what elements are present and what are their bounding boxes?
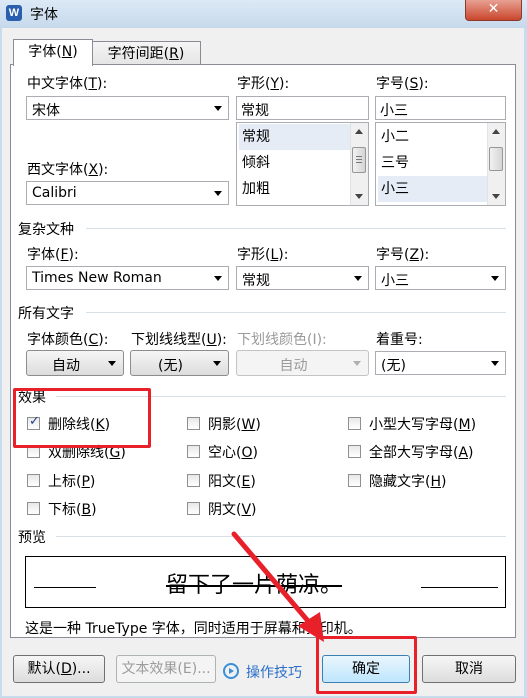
list-item[interactable]: 小三: [378, 176, 487, 202]
chinese-font-dropdown[interactable]: 宋体: [26, 96, 229, 120]
scroll-down-icon[interactable]: [355, 194, 363, 199]
underline-style-button[interactable]: (无): [130, 350, 229, 376]
operation-tips-link[interactable]: 操作技巧: [246, 662, 302, 682]
size-scrollbar[interactable]: [487, 123, 505, 205]
chevron-down-icon: [491, 276, 499, 281]
chevron-down-icon: [108, 361, 116, 366]
engrave-checkbox[interactable]: [187, 502, 200, 515]
complex-section-title: 复杂文种: [18, 222, 74, 238]
style-label: 字形(Y):: [237, 76, 290, 92]
underline-color-button: 自动: [236, 350, 369, 376]
hidden-text-checkbox[interactable]: [348, 474, 361, 487]
shadow-checkbox[interactable]: [187, 417, 200, 430]
style-scrollbar[interactable]: [350, 123, 368, 205]
scroll-thumb[interactable]: [489, 147, 503, 171]
outline-checkbox[interactable]: [187, 445, 200, 458]
font-color-label: 字体颜色(C):: [27, 332, 109, 348]
complex-font-dropdown[interactable]: Times New Roman: [26, 266, 229, 290]
chevron-down-icon: [214, 106, 222, 111]
subscript-label[interactable]: 下标(B): [48, 499, 97, 519]
list-item[interactable]: 加粗: [239, 176, 350, 202]
small-caps-checkbox[interactable]: [348, 417, 361, 430]
baseline-marker: [34, 587, 96, 588]
preview-section-title: 预览: [18, 530, 46, 546]
size-listbox[interactable]: 小二 三号 小三: [375, 122, 506, 206]
size-label: 字号(S):: [376, 76, 429, 92]
chevron-down-icon: [214, 276, 222, 281]
play-help-icon[interactable]: [223, 663, 239, 679]
chevron-down-icon: [353, 361, 361, 366]
underline-color-label: 下划线颜色(I):: [237, 332, 327, 348]
emphasis-mark-dropdown[interactable]: (无): [375, 351, 506, 375]
complex-size-dropdown[interactable]: 小三: [375, 266, 506, 290]
size-input[interactable]: 小三: [375, 96, 506, 120]
complex-style-dropdown[interactable]: 常规: [236, 266, 369, 290]
subscript-checkbox[interactable]: [27, 502, 40, 515]
complex-style-label: 字形(L):: [237, 247, 289, 263]
western-font-label: 西文字体(X):: [27, 162, 109, 178]
list-item[interactable]: 常规: [239, 124, 350, 150]
tab-character-spacing[interactable]: 字符间距(R): [91, 41, 201, 66]
complex-size-label: 字号(Z):: [376, 247, 430, 263]
font-color-button[interactable]: 自动: [26, 350, 124, 376]
red-arrow-annotation: [231, 531, 324, 642]
scroll-thumb[interactable]: [352, 147, 366, 173]
emboss-label[interactable]: 阳文(E): [208, 471, 256, 491]
hidden-text-label[interactable]: 隐藏文字(H): [369, 471, 446, 491]
style-input[interactable]: 常规: [236, 96, 369, 120]
close-button[interactable]: ✕: [465, 0, 522, 21]
section-divider: [86, 312, 506, 313]
chevron-down-icon: [354, 276, 362, 281]
chinese-font-label: 中文字体(T):: [27, 76, 108, 92]
title-bar: [0, 0, 527, 28]
superscript-label[interactable]: 上标(P): [48, 471, 95, 491]
chevron-down-icon: [214, 191, 222, 196]
superscript-checkbox[interactable]: [27, 474, 40, 487]
emphasis-mark-label: 着重号:: [376, 332, 423, 348]
list-item[interactable]: 小二: [378, 124, 487, 150]
list-item[interactable]: 倾斜: [239, 150, 350, 176]
tab-font[interactable]: 字体(N): [13, 39, 93, 66]
wps-app-icon: W: [6, 5, 22, 21]
baseline-marker: [421, 587, 498, 588]
scroll-up-icon[interactable]: [492, 129, 500, 134]
all-text-section-title: 所有文字: [18, 306, 74, 322]
all-caps-label[interactable]: 全部大写字母(A): [369, 442, 474, 462]
cancel-button[interactable]: 取消: [422, 655, 516, 683]
text-effects-button: 文本效果(E)...: [116, 655, 216, 683]
scroll-down-icon[interactable]: [492, 194, 500, 199]
default-button[interactable]: 默认(D)...: [13, 655, 105, 683]
engrave-label[interactable]: 阴文(V): [208, 499, 257, 519]
outline-label[interactable]: 空心(O): [208, 442, 258, 462]
western-font-dropdown[interactable]: Calibri: [26, 181, 229, 205]
complex-font-label: 字体(F):: [27, 247, 79, 263]
strikethrough-highlight-box: [13, 388, 151, 448]
chevron-down-icon: [491, 361, 499, 366]
emboss-checkbox[interactable]: [187, 474, 200, 487]
scroll-up-icon[interactable]: [355, 129, 363, 134]
small-caps-label[interactable]: 小型大写字母(M): [369, 414, 476, 434]
underline-style-label: 下划线线型(U):: [131, 332, 227, 348]
all-caps-checkbox[interactable]: [348, 445, 361, 458]
list-item[interactable]: 三号: [378, 150, 487, 176]
style-listbox[interactable]: 常规 倾斜 加粗: [236, 122, 369, 206]
shadow-label[interactable]: 阴影(W): [208, 414, 261, 434]
section-divider: [86, 228, 506, 229]
window-title: 字体: [30, 7, 58, 23]
chevron-down-icon: [213, 361, 221, 366]
